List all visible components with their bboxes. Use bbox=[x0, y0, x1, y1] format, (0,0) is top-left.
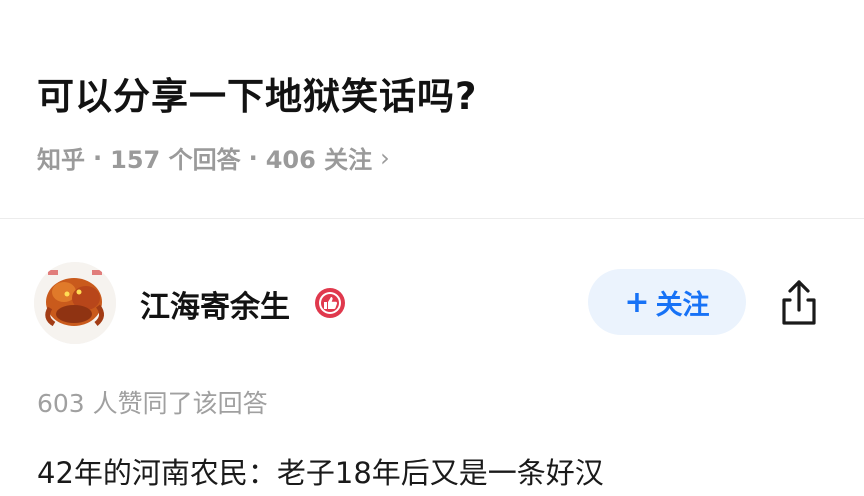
orange-monster-avatar-icon bbox=[34, 262, 116, 344]
followers-count: 406 关注 bbox=[265, 146, 373, 174]
meta-separator: · bbox=[93, 143, 103, 172]
answer-content[interactable]: 42年的河南农民：老子18年后又是一条好汉 bbox=[37, 450, 604, 492]
source-label: 知乎 bbox=[37, 146, 85, 174]
meta-separator: · bbox=[248, 143, 258, 172]
thumbs-up-badge-icon bbox=[315, 288, 345, 318]
answer-page: 可以分享一下地狱笑话吗? 知乎 · 157 个回答 · 406 关注 › 江海寄… bbox=[0, 0, 864, 496]
follow-button[interactable]: + 关注 bbox=[588, 269, 746, 335]
plus-icon: + bbox=[624, 284, 650, 320]
answers-count: 157 个回答 bbox=[110, 146, 241, 174]
avatar[interactable] bbox=[34, 262, 116, 344]
share-icon[interactable] bbox=[776, 278, 822, 328]
follow-label: 关注 bbox=[655, 289, 710, 321]
likes-count: 603 人赞同了该回答 bbox=[37, 389, 268, 418]
chevron-right-icon: › bbox=[380, 143, 390, 172]
question-meta[interactable]: 知乎 · 157 个回答 · 406 关注 › bbox=[37, 140, 390, 175]
question-title[interactable]: 可以分享一下地狱笑话吗? bbox=[37, 66, 477, 120]
author-name[interactable]: 江海寄余生 bbox=[140, 282, 290, 326]
divider bbox=[0, 218, 864, 219]
